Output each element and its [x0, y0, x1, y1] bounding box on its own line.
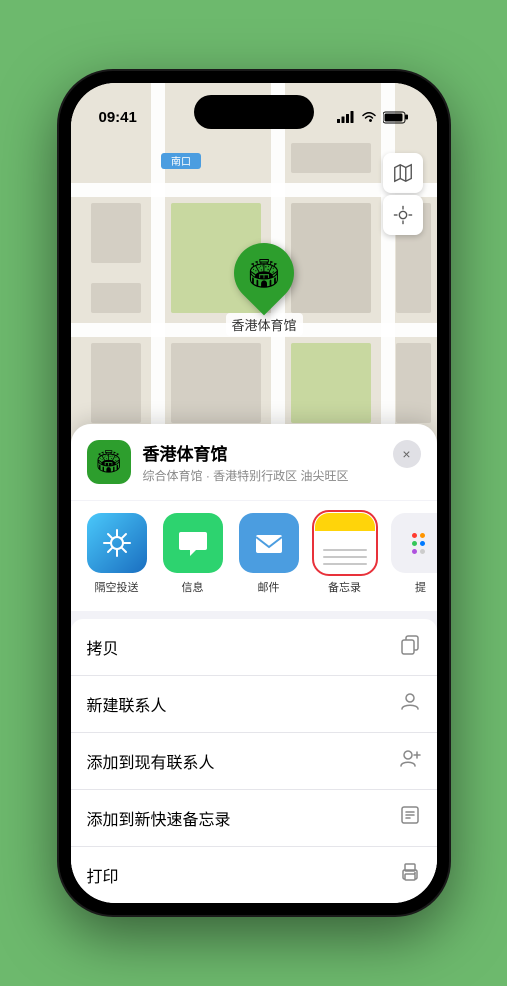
more-label: 提 — [415, 579, 426, 595]
venue-map-label: 香港体育馆 — [226, 313, 303, 336]
copy-label: 拷贝 — [87, 635, 119, 659]
menu-add-contact[interactable]: 添加到现有联系人 — [71, 733, 437, 790]
map-controls — [383, 153, 423, 235]
new-contact-label: 新建联系人 — [87, 692, 167, 716]
menu-quick-note[interactable]: 添加到新快速备忘录 — [71, 790, 437, 847]
print-icon — [399, 861, 421, 889]
venue-title: 香港体育馆 — [143, 440, 349, 465]
share-row: 隔空投送 信息 — [71, 501, 437, 611]
venue-subtitle: 综合体育馆 · 香港特别行政区 油尖旺区 — [143, 467, 349, 484]
menu-print[interactable]: 打印 — [71, 847, 437, 903]
quick-note-icon — [399, 804, 421, 832]
message-label: 信息 — [182, 579, 204, 595]
airdrop-icon — [87, 513, 147, 573]
venue-logo: 🏟 — [87, 440, 131, 484]
more-icon — [391, 513, 437, 573]
menu-new-contact[interactable]: 新建联系人 — [71, 676, 437, 733]
add-contact-label: 添加到现有联系人 — [87, 749, 215, 773]
dynamic-island — [194, 95, 314, 129]
share-message[interactable]: 信息 — [163, 513, 223, 595]
quick-note-label: 添加到新快速备忘录 — [87, 806, 231, 830]
status-icons — [337, 111, 409, 124]
share-more[interactable]: 提 — [391, 513, 437, 595]
copy-icon — [399, 633, 421, 661]
svg-text:南口: 南口 — [171, 155, 191, 168]
share-mail[interactable]: 邮件 — [239, 513, 299, 595]
notes-icon — [315, 513, 375, 573]
menu-section: 拷贝 新建联系人 — [71, 619, 437, 903]
venue-info: 香港体育馆 综合体育馆 · 香港特别行政区 油尖旺区 — [143, 440, 349, 484]
location-button[interactable] — [383, 195, 423, 235]
mail-label: 邮件 — [258, 579, 280, 595]
wifi-icon — [361, 111, 377, 123]
bottom-sheet: 🏟 香港体育馆 综合体育馆 · 香港特别行政区 油尖旺区 × — [71, 424, 437, 903]
venue-pin[interactable]: 🏟 香港体育馆 — [226, 243, 303, 336]
map-type-button[interactable] — [383, 153, 423, 193]
add-contact-icon — [399, 747, 421, 775]
signal-icon — [337, 111, 355, 123]
airdrop-label: 隔空投送 — [95, 579, 139, 595]
pin-icon: 🏟 — [222, 231, 307, 316]
mail-icon — [239, 513, 299, 573]
share-notes[interactable]: 备忘录 — [315, 513, 375, 595]
menu-copy[interactable]: 拷贝 — [71, 619, 437, 676]
close-button[interactable]: × — [393, 440, 421, 468]
message-icon — [163, 513, 223, 573]
share-airdrop[interactable]: 隔空投送 — [87, 513, 147, 595]
print-label: 打印 — [87, 863, 119, 887]
status-time: 09:41 — [99, 109, 137, 126]
venue-card: 🏟 香港体育馆 综合体育馆 · 香港特别行政区 油尖旺区 × — [71, 424, 437, 500]
new-contact-icon — [399, 690, 421, 718]
phone-frame: 09:41 — [59, 71, 449, 915]
battery-icon — [383, 111, 409, 124]
phone-screen: 09:41 — [71, 83, 437, 903]
notes-label: 备忘录 — [328, 579, 361, 595]
